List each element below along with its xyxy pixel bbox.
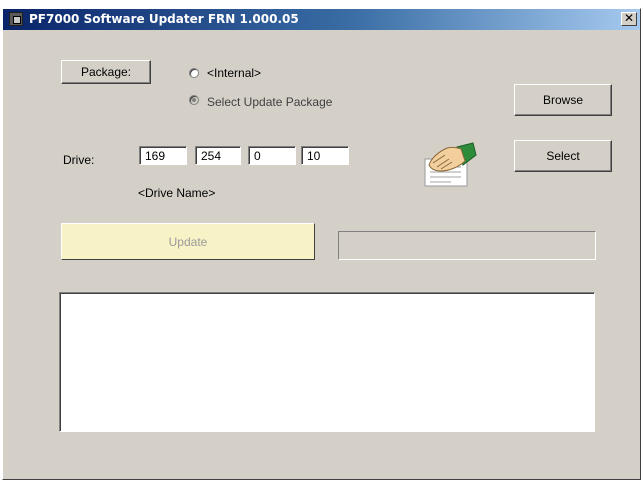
drive-ip-octet-1[interactable]: 169 [139,146,187,165]
update-progress-bar [338,231,596,260]
radio-select-update-package[interactable] [189,95,199,105]
update-button[interactable]: Update [61,223,315,260]
drive-label: Drive: [63,153,95,167]
drive-ip-octet-4[interactable]: 10 [301,146,349,165]
window-title: PF7000 Software Updater FRN 1.000.05 [29,12,299,26]
select-button[interactable]: Select [514,140,612,172]
radio-internal-label: <Internal> [207,66,262,80]
radio-select-update-package-label: Select Update Package [207,95,333,109]
browse-button[interactable]: Browse [514,84,612,116]
log-output[interactable] [59,292,595,432]
app-icon [9,12,23,26]
updater-window: PF7000 Software Updater FRN 1.000.05 ✕ P… [2,8,641,480]
drive-ip-octet-2[interactable]: 254 [195,146,241,165]
close-button[interactable]: ✕ [621,12,637,26]
title-bar[interactable]: PF7000 Software Updater FRN 1.000.05 ✕ [3,9,640,30]
radio-internal[interactable] [189,68,199,78]
package-button[interactable]: Package: [61,60,151,84]
drive-name-label: <Drive Name> [138,186,216,200]
hand-document-icon [424,142,477,187]
drive-ip-octet-3[interactable]: 0 [248,146,296,165]
